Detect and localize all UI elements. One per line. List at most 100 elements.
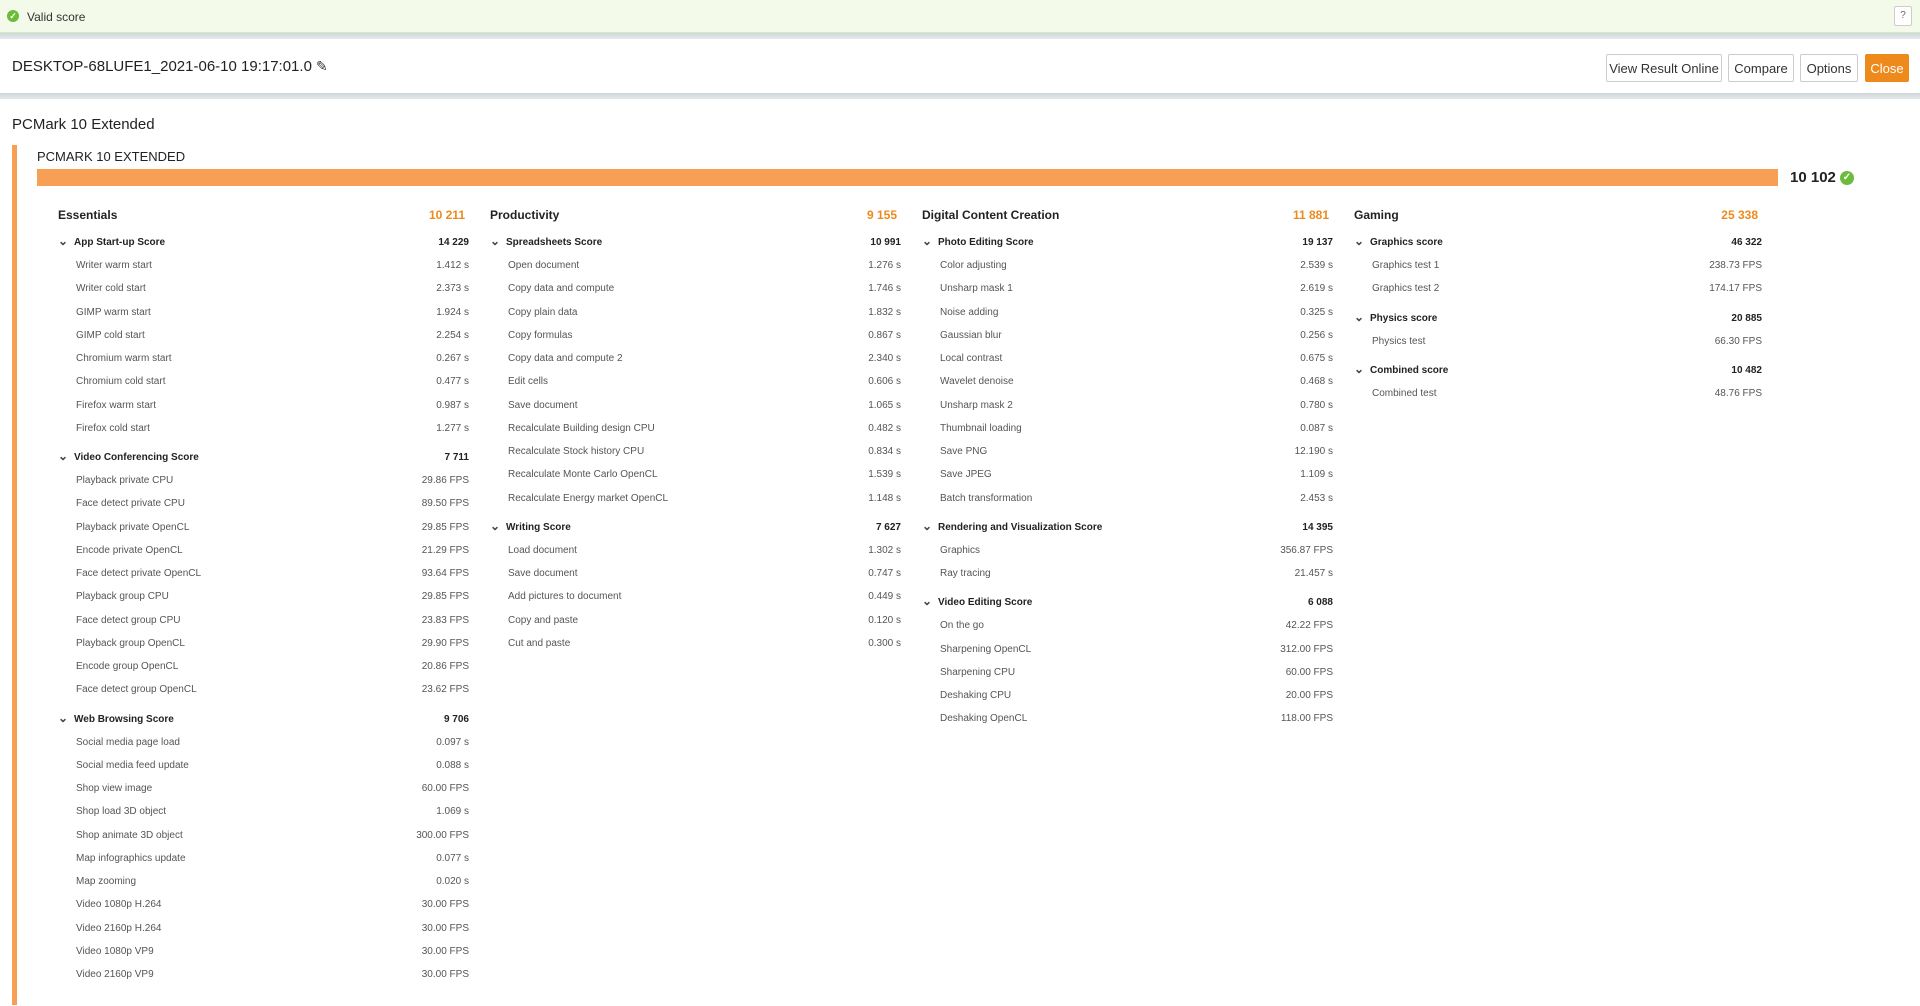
test-value: 238.73 FPS xyxy=(1709,260,1762,271)
score-group-value: 19 137 xyxy=(1302,237,1333,248)
test-name: Batch transformation xyxy=(940,492,1033,504)
view-result-online-button[interactable]: View Result Online xyxy=(1606,54,1722,82)
test-name: Encode private OpenCL xyxy=(76,544,183,556)
test-result-row: Copy plain data 1.832 s xyxy=(490,307,901,321)
test-value: 0.020 s xyxy=(436,876,469,887)
test-value: 60.00 FPS xyxy=(1285,666,1333,678)
score-group-header[interactable]: ⌄ Writing Score 7 627 xyxy=(490,519,901,536)
test-value: 29.90 FPS xyxy=(421,637,469,649)
test-result-row: Copy data and compute 2 2.340 s xyxy=(490,353,901,367)
score-group-header[interactable]: ⌄ Photo Editing Score 19 137 xyxy=(922,234,1333,251)
test-result-row: Recalculate Monte Carlo OpenCL 1.539 s xyxy=(490,469,901,483)
test-result-row: Cut and paste 0.300 s xyxy=(490,638,901,652)
test-name: Ray tracing xyxy=(940,568,991,579)
test-result-row: Playback group OpenCL 29.90 FPS xyxy=(58,638,469,652)
test-result-row: Add pictures to document 0.449 s xyxy=(490,591,901,605)
score-group-header[interactable]: ⌄ Rendering and Visualization Score 14 395 xyxy=(922,519,1333,536)
test-value: 20.86 FPS xyxy=(421,661,469,672)
close-button[interactable]: Close xyxy=(1865,54,1909,82)
test-result-row: Wavelet denoise 0.468 s xyxy=(922,376,1333,390)
chevron-down-icon[interactable]: ⌄ xyxy=(1354,310,1364,324)
test-name: Copy plain data xyxy=(508,306,578,318)
category-name: Digital Content Creation xyxy=(922,208,1060,222)
test-name: Writer cold start xyxy=(76,283,146,295)
score-group-header[interactable]: ⌄ Physics score 20 885 xyxy=(1354,310,1762,327)
score-group-header[interactable]: ⌄ App Start-up Score 14 229 xyxy=(58,234,469,251)
score-group-header[interactable]: ⌄ Video Editing Score 6 088 xyxy=(922,594,1333,611)
test-result-row: Batch transformation 2.453 s xyxy=(922,493,1333,507)
test-value: 0.606 s xyxy=(868,376,901,388)
category-score: 25 338 xyxy=(1721,208,1758,222)
test-name: Face detect private OpenCL xyxy=(76,568,202,579)
test-name: Unsharp mask 1 xyxy=(940,283,1013,295)
chevron-down-icon[interactable]: ⌄ xyxy=(1354,362,1364,376)
chevron-down-icon[interactable]: ⌄ xyxy=(58,449,68,463)
test-result-row: Encode private OpenCL 21.29 FPS xyxy=(58,545,469,559)
test-result-row: GIMP cold start 2.254 s xyxy=(58,330,469,344)
test-result-row: Graphics test 2 174.17 FPS xyxy=(1354,283,1762,297)
test-result-row: Noise adding 0.325 s xyxy=(922,307,1333,321)
test-result-row: Save document 0.747 s xyxy=(490,568,901,582)
score-group-value: 20 885 xyxy=(1731,312,1762,324)
score-group-header[interactable]: ⌄ Video Conferencing Score 7 711 xyxy=(58,449,469,466)
chevron-down-icon[interactable]: ⌄ xyxy=(922,519,932,533)
test-value: 23.62 FPS xyxy=(421,684,469,696)
test-value: 0.747 s xyxy=(868,568,901,579)
test-name: Playback private CPU xyxy=(76,475,174,486)
test-value: 118.00 FPS xyxy=(1280,713,1333,725)
test-result-row: Ray tracing 21.457 s xyxy=(922,568,1333,582)
test-result-row: Writer warm start 1.412 s xyxy=(58,260,469,274)
test-name: Cut and paste xyxy=(508,637,571,649)
compare-button[interactable]: Compare xyxy=(1728,54,1794,82)
options-button[interactable]: Options xyxy=(1800,54,1858,82)
test-value: 1.924 s xyxy=(436,306,469,318)
score-group-header[interactable]: ⌄ Combined score 10 482 xyxy=(1354,362,1762,379)
chevron-down-icon[interactable]: ⌄ xyxy=(490,519,500,533)
chevron-down-icon[interactable]: ⌄ xyxy=(922,594,932,608)
test-name: Edit cells xyxy=(508,376,549,388)
test-name: Chromium cold start xyxy=(76,376,166,388)
test-value: 2.254 s xyxy=(436,329,469,341)
category-name: Essentials xyxy=(58,208,118,222)
chevron-down-icon[interactable]: ⌄ xyxy=(1354,234,1364,248)
test-result-row: Encode group OpenCL 20.86 FPS xyxy=(58,661,469,675)
test-name: Chromium warm start xyxy=(76,353,172,364)
total-score: 10 102 xyxy=(1790,169,1836,186)
chevron-down-icon[interactable]: ⌄ xyxy=(922,234,932,248)
chevron-down-icon[interactable]: ⌄ xyxy=(58,234,68,248)
score-group-header[interactable]: ⌄ Web Browsing Score 9 706 xyxy=(58,711,469,728)
score-group-value: 46 322 xyxy=(1731,237,1762,248)
help-button[interactable]: ? xyxy=(1894,6,1912,26)
test-result-row: Deshaking OpenCL 118.00 FPS xyxy=(922,713,1333,727)
test-value: 23.83 FPS xyxy=(421,614,469,626)
score-group-value: 6 088 xyxy=(1307,597,1333,609)
test-result-row: Firefox warm start 0.987 s xyxy=(58,400,469,414)
test-result-row: Chromium cold start 0.477 s xyxy=(58,376,469,390)
chevron-down-icon[interactable]: ⌄ xyxy=(490,234,500,248)
edit-pencil-icon[interactable]: ✎ xyxy=(316,58,328,75)
test-name: Recalculate Building design CPU xyxy=(508,422,655,434)
test-result-row: Local contrast 0.675 s xyxy=(922,353,1333,367)
test-name: Playback group CPU xyxy=(76,591,169,603)
category-column: Productivity 9 155 ⌄ Spreadsheets Score 10 9… xyxy=(490,208,901,667)
test-result-row: Video 2160p H.264 30.00 FPS xyxy=(58,923,469,937)
page-title: PCMark 10 Extended xyxy=(12,116,155,133)
test-name: Shop load 3D object xyxy=(76,806,167,818)
test-name: Social media page load xyxy=(76,736,180,748)
test-result-row: Video 2160p VP9 30.00 FPS xyxy=(58,969,469,983)
test-value: 1.148 s xyxy=(868,492,901,504)
score-group-header[interactable]: ⌄ Spreadsheets Score 10 991 xyxy=(490,234,901,251)
test-result-row: Video 1080p H.264 30.00 FPS xyxy=(58,899,469,913)
test-value: 20.00 FPS xyxy=(1285,690,1333,701)
category-name: Gaming xyxy=(1354,208,1399,222)
score-group-header[interactable]: ⌄ Graphics score 46 322 xyxy=(1354,234,1762,251)
test-value: 2.373 s xyxy=(436,283,469,295)
test-value: 1.069 s xyxy=(436,806,469,818)
chevron-down-icon[interactable]: ⌄ xyxy=(58,711,68,725)
test-result-row: Face detect private CPU 89.50 FPS xyxy=(58,498,469,512)
test-result-row: GIMP warm start 1.924 s xyxy=(58,307,469,321)
test-value: 0.780 s xyxy=(1300,399,1333,411)
test-name: Copy data and compute 2 xyxy=(508,353,623,364)
